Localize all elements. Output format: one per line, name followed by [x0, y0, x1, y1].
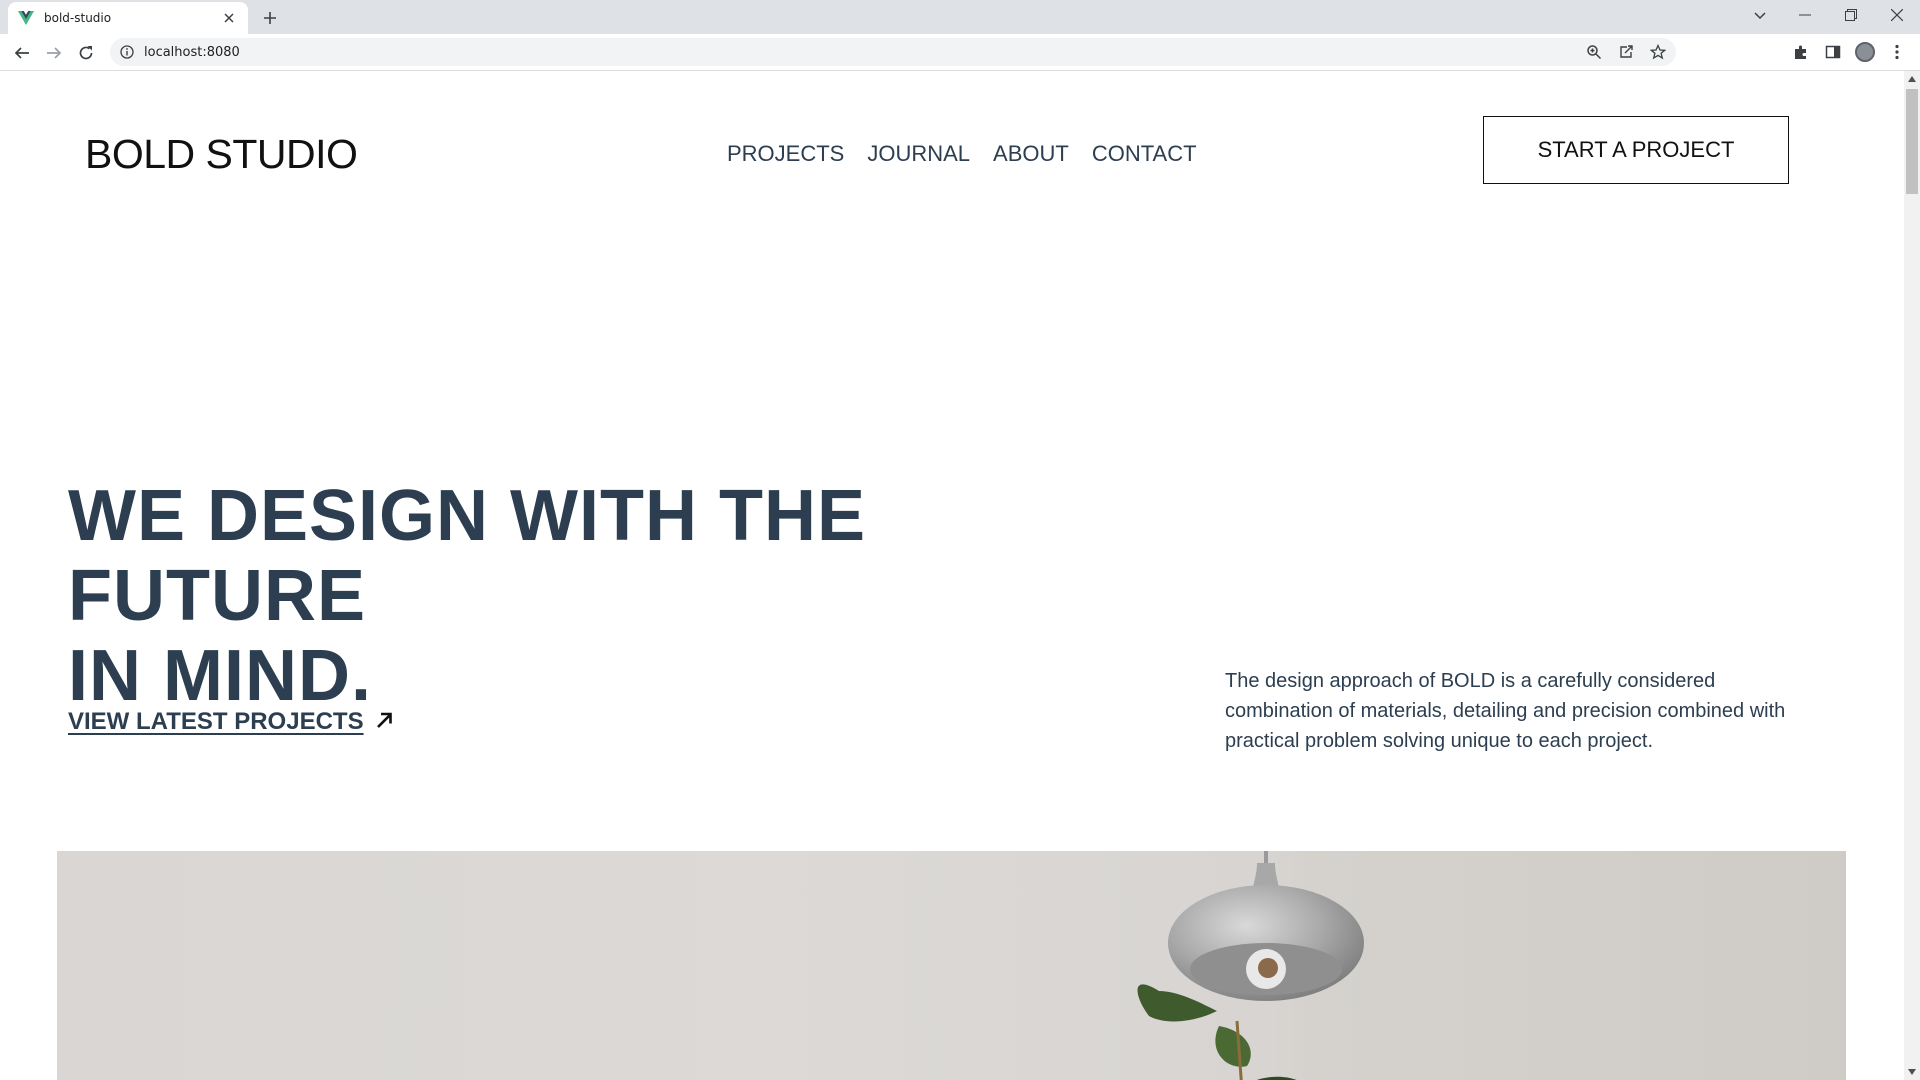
start-project-button[interactable]: START A PROJECT [1483, 116, 1789, 184]
url-text: localhost:8080 [144, 44, 240, 60]
tab-title: bold-studio [44, 11, 112, 25]
page-viewport: BOLD STUDIO PROJECTS JOURNAL ABOUT CONTA… [0, 71, 1904, 1080]
vue-favicon-icon [18, 10, 34, 26]
minimize-icon[interactable] [1782, 0, 1828, 30]
profile-avatar[interactable] [1852, 39, 1878, 65]
nav-link-projects[interactable]: PROJECTS [727, 141, 844, 167]
main-nav: PROJECTS JOURNAL ABOUT CONTACT [727, 141, 1197, 167]
hero-title: WE DESIGN WITH THE FUTURE IN MIND. [68, 476, 1168, 716]
info-icon[interactable] [118, 43, 136, 61]
share-icon[interactable] [1614, 40, 1638, 64]
arrow-up-right-icon [374, 710, 394, 735]
site-logo[interactable]: BOLD STUDIO [85, 131, 358, 178]
vertical-scrollbar[interactable] [1904, 71, 1920, 1080]
chevron-down-icon[interactable] [1748, 4, 1772, 28]
close-window-icon[interactable] [1874, 0, 1920, 30]
address-bar[interactable]: localhost:8080 [110, 38, 1676, 66]
star-icon[interactable] [1646, 40, 1670, 64]
close-icon[interactable] [220, 9, 238, 27]
nav-link-about[interactable]: ABOUT [993, 141, 1069, 167]
nav-link-journal[interactable]: JOURNAL [867, 141, 970, 167]
extensions-icon[interactable] [1788, 39, 1814, 65]
pendant-lamp-illustration [1137, 851, 1364, 1080]
browser-toolbar: localhost:8080 [0, 34, 1920, 71]
view-latest-projects-link[interactable]: VIEW LATEST PROJECTS [68, 708, 394, 736]
browser-chrome: bold-studio localhost:8080 [0, 0, 1920, 71]
reload-icon[interactable] [72, 39, 100, 67]
hero-description: The design approach of BOLD is a careful… [1225, 670, 1786, 752]
scroll-down-arrow-icon[interactable] [1904, 1064, 1920, 1080]
hero-link-label: VIEW LATEST PROJECTS [68, 708, 364, 735]
site-header: BOLD STUDIO PROJECTS JOURNAL ABOUT CONTA… [0, 71, 1904, 221]
sidepanel-icon[interactable] [1820, 39, 1846, 65]
zoom-icon[interactable] [1582, 40, 1606, 64]
omnibox-actions [1582, 40, 1670, 64]
hero-title-line-1: WE DESIGN WITH THE FUTURE [68, 476, 866, 636]
back-arrow-icon[interactable] [8, 39, 36, 67]
nav-link-contact[interactable]: CONTACT [1092, 141, 1197, 167]
scroll-up-arrow-icon[interactable] [1904, 71, 1920, 87]
browser-tab[interactable]: bold-studio [8, 2, 248, 34]
toolbar-actions [1788, 39, 1910, 65]
plus-icon[interactable] [258, 6, 282, 30]
forward-arrow-icon[interactable] [40, 39, 68, 67]
kebab-menu-icon[interactable] [1884, 39, 1910, 65]
hero-image [57, 851, 1846, 1080]
tab-strip: bold-studio [0, 0, 1920, 34]
scrollbar-thumb[interactable] [1906, 89, 1918, 194]
window-controls [1782, 0, 1920, 30]
restore-icon[interactable] [1828, 0, 1874, 30]
hero-title-line-2: IN MIND. [68, 636, 372, 716]
